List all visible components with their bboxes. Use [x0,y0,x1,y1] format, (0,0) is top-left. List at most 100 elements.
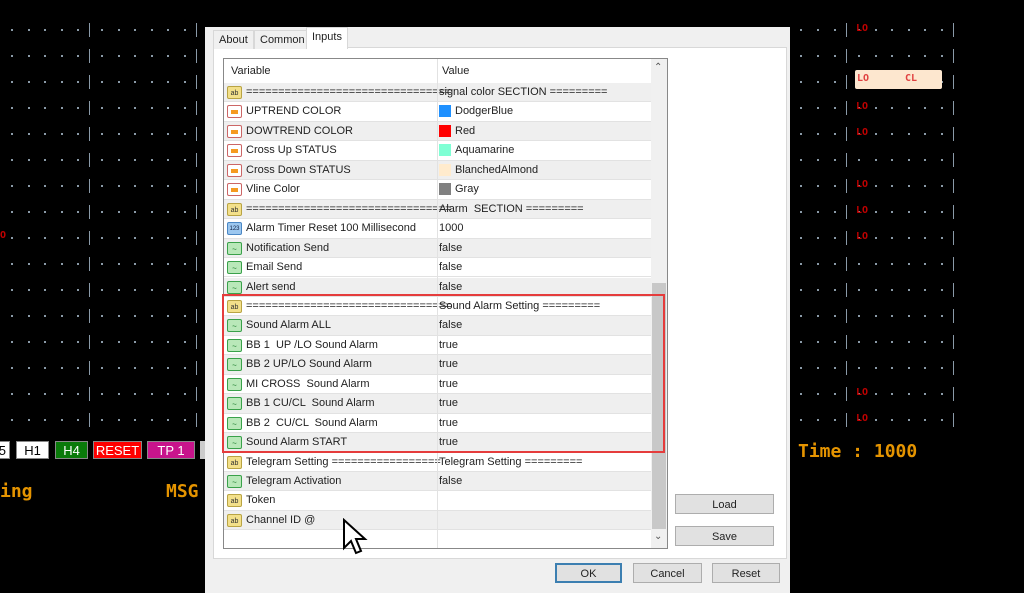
variable-value[interactable]: Alarm SECTION ========= [439,203,584,215]
tab-common[interactable]: Common [254,30,311,49]
variable-value[interactable]: false [439,242,462,254]
grid-dot [77,81,79,83]
grid-dot [117,237,120,239]
timeframe-button[interactable]: RESET [93,441,142,459]
grid-separator [89,387,90,401]
grid-dot [183,367,186,369]
variable-value[interactable]: false [439,281,462,293]
grid-dot [27,55,30,57]
grid-separator [89,413,90,427]
scroll-down-icon[interactable]: ⌄ [654,531,662,542]
scroll-up-icon[interactable]: ⌃ [654,62,662,73]
variable-name: Telegram Setting ================= [246,455,441,468]
grid-separator [89,49,90,63]
grid-dot [60,393,63,395]
grid-dot [183,133,186,135]
grid-dot [834,159,836,161]
grid-dot [60,419,63,421]
save-button[interactable]: Save [675,526,774,546]
grid-dot [924,211,926,213]
cancel-button[interactable]: Cancel [633,563,702,583]
variable-value[interactable]: false [439,261,462,273]
grid-dot [874,107,877,109]
grid-dot [134,263,136,265]
timeframe-button[interactable]: H1 [16,441,49,459]
variable-value[interactable]: Telegram Setting ========= [439,456,582,468]
status-text: ing [0,481,33,502]
variable-value[interactable]: Aquamarine [455,144,514,156]
timeframe-button[interactable]: 5 [0,441,10,459]
grid-dot [183,185,186,187]
grid-dot [940,185,943,187]
grid-separator [196,231,197,245]
grid-dot [101,29,103,31]
reset-button[interactable]: Reset [712,563,780,583]
grid-dot [77,159,79,161]
grid-dot [11,367,13,369]
lo-signal: LO [856,23,869,34]
grid-dot [60,341,63,343]
grid-dot [907,159,910,161]
variable-value[interactable]: DodgerBlue [455,105,513,117]
grid-dot [834,263,836,265]
grid-dot [11,159,13,161]
integer-type-icon: 123 [227,222,242,236]
grid-dot [874,211,877,213]
grid-dot [858,341,860,343]
grid-dot [800,289,802,291]
grid-dot [924,107,926,109]
grid-separator [196,361,197,375]
variable-value[interactable]: 1000 [439,222,463,234]
grid-separator [89,309,90,323]
grid-separator [89,257,90,271]
variable-value[interactable]: false [439,475,462,487]
grid-dot [183,341,186,343]
variable-value[interactable]: signal color SECTION ========= [439,86,607,98]
grid-dot [924,263,926,265]
grid-separator [196,23,197,37]
grid-dot [101,419,103,421]
grid-dot [817,133,819,135]
grid-dot [27,159,30,161]
grid-dot [907,211,910,213]
grid-dot [907,341,910,343]
grid-dot [77,419,79,421]
grid-separator [196,75,197,89]
grid-dot [800,419,802,421]
column-value[interactable]: Value [442,65,469,77]
grid-separator [89,75,90,89]
grid-dot [874,55,877,57]
string-type-icon: ab [227,455,242,469]
grid-dot [167,29,169,31]
timeframe-button[interactable]: H4 [55,441,88,459]
variable-value[interactable]: Gray [455,183,479,195]
lo-signal: LO [856,205,869,216]
load-button[interactable]: Load [675,494,774,514]
grid-separator [953,101,954,115]
tab-about[interactable]: About [213,30,254,49]
grid-dot [117,107,120,109]
grid-dot [11,341,13,343]
grid-dot [817,263,819,265]
grid-dot [924,159,926,161]
grid-separator [89,205,90,219]
grid-dot [11,81,13,83]
variable-value[interactable]: Red [455,125,475,137]
grid-dot [940,29,943,31]
timeframe-button[interactable]: TP 1 [147,441,195,459]
grid-dot [60,133,63,135]
grid-dot [101,315,103,317]
grid-dot [44,289,46,291]
grid-dot [891,315,893,317]
color-type-icon [227,183,242,197]
grid-dot [44,55,46,57]
grid-dot [907,133,910,135]
grid-dot [27,133,30,135]
variable-value[interactable]: BlanchedAlmond [455,164,538,176]
variable-name: DOWTREND COLOR [246,124,353,137]
ok-button[interactable]: OK [555,563,622,583]
grid-dot [44,315,46,317]
tab-inputs[interactable]: Inputs [306,27,348,49]
column-variable[interactable]: Variable [231,65,271,77]
grid-dot [167,133,169,135]
